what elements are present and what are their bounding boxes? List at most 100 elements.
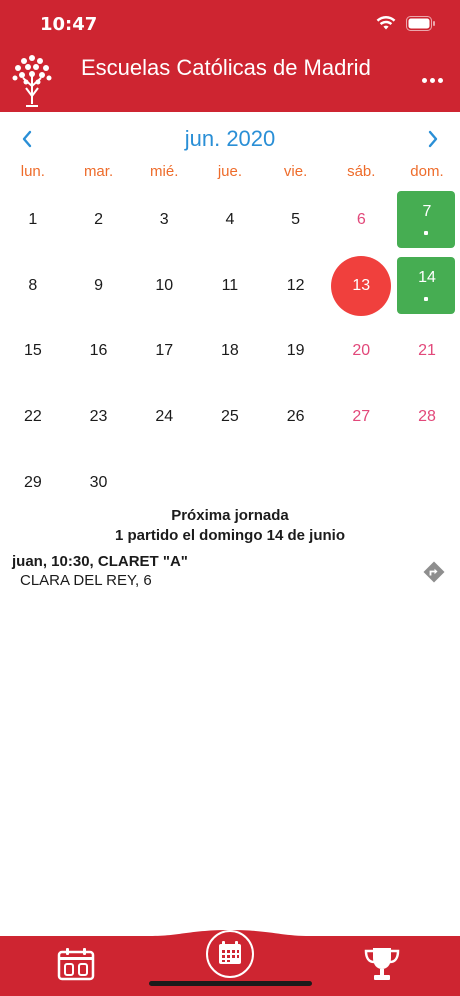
status-time: 10:47 — [40, 14, 98, 35]
calendar-day[interactable]: 3 — [131, 187, 197, 253]
tree-logo-icon — [10, 52, 54, 108]
next-round-section: Próxima jornada 1 partido el domingo 14 … — [0, 506, 460, 546]
calendar-day-number: 29 — [23, 473, 42, 491]
calendar-day-number: 16 — [89, 342, 108, 360]
tab-standings[interactable] — [360, 942, 404, 986]
next-month-button[interactable] — [420, 126, 446, 152]
calendar-day[interactable]: 25 — [197, 384, 263, 450]
match-title: juan, 10:30, CLARET "A" — [12, 553, 188, 570]
app-bar: Escuelas Católicas de Madrid — [0, 46, 460, 112]
calendar-day[interactable]: 8 — [0, 253, 66, 319]
calendar-day-number: 9 — [94, 276, 103, 294]
month-header: jun. 2020 — [0, 122, 460, 156]
match-venue: CLARA DEL REY, 6 — [20, 572, 152, 589]
calendar-day-number: 18 — [221, 342, 239, 360]
chevron-right-icon — [428, 130, 438, 148]
calendar-week-row: 22 23 24 25 26 27 28 — [0, 384, 460, 450]
weekday-label: dom. — [410, 163, 444, 180]
weekday-label: vie. — [283, 163, 308, 180]
tab-calendar[interactable] — [206, 930, 254, 978]
directions-icon — [423, 561, 445, 583]
calendar-day[interactable]: 10 — [131, 253, 197, 319]
calendar-day[interactable]: 18 — [197, 318, 263, 384]
calendar-day-number: 8 — [28, 276, 38, 294]
calendar-week-row: 8 9 10 11 12 13 14 — [0, 253, 460, 319]
calendar-day[interactable]: 1 — [0, 187, 66, 253]
directions-button[interactable] — [422, 560, 446, 584]
calendar-day-number: 15 — [23, 342, 42, 360]
home-indicator — [149, 981, 312, 986]
calendar-day-number: 10 — [155, 276, 174, 294]
weekday-label: sáb. — [347, 163, 376, 180]
status-bar: 10:47 — [0, 0, 460, 46]
calendar-day[interactable]: 24 — [131, 384, 197, 450]
match-item[interactable]: juan, 10:30, CLARET "A" CLARA DEL REY, 6 — [12, 552, 448, 592]
more-dot — [429, 77, 435, 83]
calendar-day-number: 23 — [89, 407, 108, 425]
calendar-day[interactable]: 15 — [0, 318, 66, 384]
calendar-day[interactable]: 19 — [263, 318, 329, 384]
calendar-day-number: 28 — [418, 407, 436, 425]
calendar-day-number: 2 — [94, 210, 103, 228]
calendar-day[interactable]: 26 — [263, 384, 329, 450]
calendar-day-number: 21 — [418, 342, 436, 360]
more-options-button[interactable] — [420, 68, 444, 92]
calendar-day[interactable]: 7 — [394, 187, 460, 253]
calendar-day[interactable]: 13 — [328, 253, 394, 319]
calendar-week-row: 15 16 17 18 19 20 21 — [0, 318, 460, 384]
event-dot — [424, 296, 429, 301]
calendar-day[interactable]: 2 — [66, 187, 132, 253]
calendar-day-number: 6 — [356, 210, 366, 228]
calendar-day-number: 11 — [221, 276, 239, 294]
next-round-summary: 1 partido el domingo 14 de junio — [114, 527, 346, 544]
weekday-label: mar. — [83, 163, 114, 180]
calendar-day-number: 17 — [155, 342, 174, 360]
more-dot — [437, 77, 443, 83]
calendar-day[interactable]: 9 — [66, 253, 132, 319]
next-round-heading: Próxima jornada — [171, 507, 289, 524]
calendar-weeks: 1 2 3 4 5 6 7 8 9 10 11 12 13 14 15 16 17 18 19 20 21 22 23 24 2… — [0, 187, 460, 515]
weekday-label: mié. — [150, 163, 179, 180]
calendar-day[interactable]: 16 — [66, 318, 132, 384]
weekday-header: lun. mar. mié. jue. vie. sáb. dom. — [0, 163, 460, 187]
calendar-day[interactable]: 23 — [66, 384, 132, 450]
calendar-day[interactable]: 6 — [328, 187, 394, 253]
weekday-label: lun. — [20, 163, 45, 180]
calendar-day-number: 30 — [89, 473, 108, 491]
calendar-day-number: 7 — [422, 202, 432, 220]
calendar-day[interactable]: 17 — [131, 318, 197, 384]
calendar-day-number: 3 — [159, 210, 169, 228]
calendar-day-number: 22 — [23, 407, 42, 425]
calendar-day-number: 5 — [291, 210, 301, 228]
calendar-day-number: 13 — [352, 276, 371, 294]
trophy-icon — [364, 948, 400, 980]
app-title: Escuelas Católicas de Madrid — [81, 55, 371, 80]
calendar-day-number: 12 — [286, 276, 305, 294]
calendar-day[interactable]: 5 — [263, 187, 329, 253]
calendar-day[interactable]: 20 — [328, 318, 394, 384]
calendar-day[interactable]: 21 — [394, 318, 460, 384]
month-title: jun. 2020 — [184, 126, 276, 151]
wifi-icon — [376, 15, 396, 36]
calendar-day[interactable]: 22 — [0, 384, 66, 450]
calendar-day[interactable]: 11 — [197, 253, 263, 319]
tab-matches[interactable] — [54, 944, 98, 984]
calendar-day-number: 20 — [352, 342, 371, 360]
calendar-day[interactable]: 14 — [394, 253, 460, 319]
calendar-day-number: 26 — [286, 407, 305, 425]
event-dot — [424, 231, 429, 235]
calendar-week-row: 1 2 3 4 5 6 7 — [0, 187, 460, 253]
calendar-grid: lun. mar. mié. jue. vie. sáb. dom. 12345… — [0, 163, 460, 515]
weekday-label: jue. — [217, 163, 242, 180]
calendar-day-number: 19 — [286, 342, 305, 360]
calendar-day[interactable]: 12 — [263, 253, 329, 319]
calendar-day-number: 4 — [225, 210, 235, 228]
battery-icon — [406, 15, 436, 36]
calendar-day-number: 1 — [28, 210, 38, 228]
calendar-day[interactable]: 27 — [328, 384, 394, 450]
calendar-day[interactable]: 4 — [197, 187, 263, 253]
calendar-day[interactable]: 28 — [394, 384, 460, 450]
app-screen: 10:47 Escuelas Católicas de Madrid jun. … — [0, 0, 460, 996]
status-icons — [376, 15, 436, 36]
more-dot — [421, 77, 427, 83]
